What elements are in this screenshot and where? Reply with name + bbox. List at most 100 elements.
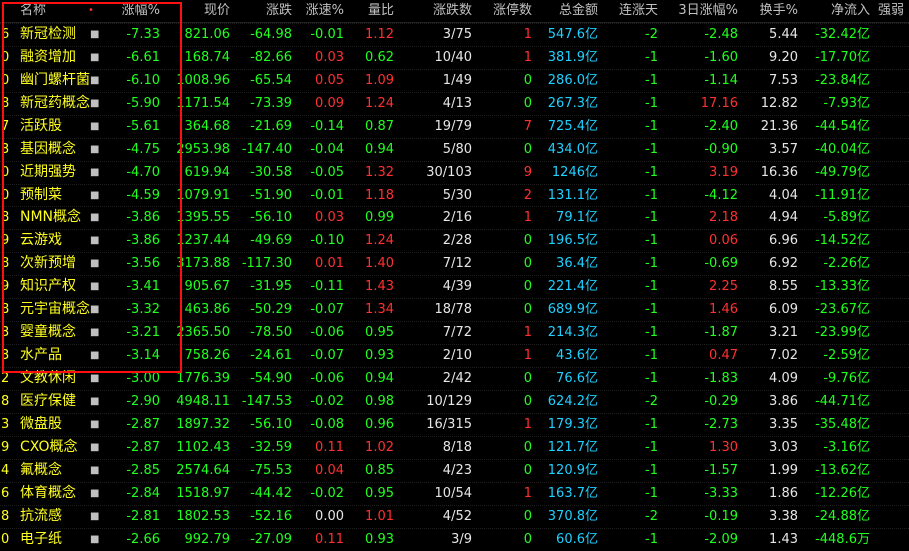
row-pct: -3.86	[126, 233, 160, 249]
row-3day-pct: -1.83	[704, 371, 738, 386]
table-row[interactable]: 4 氟概念 ■ -2.85 2574.64 -75.53 0.04 0.85 4/23 0 120.…	[0, 458, 909, 482]
row-3day-pct: 0.47	[709, 348, 738, 364]
table-row[interactable]: 8 元宇宙概念 ■ -3.32 463.86 -50.29 -0.07 1.34 18/78 0 6…	[0, 298, 909, 321]
row-pct: -2.81	[126, 508, 160, 524]
row-turnover: 1.86	[769, 485, 798, 501]
row-3day-pct: -4.12	[704, 187, 738, 203]
row-amount: 179.3亿	[547, 416, 598, 432]
table-row[interactable]: 6 新冠检测 ■ -7.33 821.06 -64.98 -0.01 1.12 3/75 1 547…	[0, 22, 909, 46]
row-marker-icon: ■	[90, 464, 100, 476]
row-name: 融资增加	[20, 48, 76, 65]
table-row[interactable]: 0 幽门螺杆菌 ■ -6.10 1008.96 -65.54 0.05 1.09 1/49 0 28…	[0, 68, 909, 92]
row-net-inflow: -11.91亿	[815, 187, 870, 203]
row-name: 知识产权	[20, 278, 76, 295]
row-pct: -3.21	[126, 325, 160, 341]
header-limit-up[interactable]: 涨停数	[474, 0, 532, 22]
row-up-down: 4/52	[442, 508, 472, 524]
table-row[interactable]: 9 CXO概念 ■ -2.87 1102.43 -32.59 0.11 1.02 8/18 0 12…	[0, 435, 909, 459]
row-name: CXO概念	[20, 438, 78, 455]
row-limit-up: 0	[523, 508, 532, 524]
header-pct[interactable]: 涨幅%	[100, 0, 160, 22]
row-marker-icon: ■	[90, 120, 100, 132]
row-amount: 434.0亿	[547, 141, 598, 157]
row-up-down: 5/80	[442, 141, 472, 157]
row-volume-ratio: 1.34	[365, 302, 394, 318]
row-code: 9	[1, 233, 10, 249]
header-change[interactable]: 涨跌	[232, 0, 292, 22]
header-price[interactable]: 现价	[168, 0, 230, 22]
row-amount: 163.7亿	[547, 485, 598, 501]
row-code: 0	[1, 72, 10, 88]
row-speed: 0.11	[315, 439, 344, 455]
row-marker-icon: ■	[90, 327, 100, 339]
row-amount: 267.3亿	[547, 95, 598, 111]
row-marker-icon: ■	[90, 28, 100, 40]
row-3day-pct: -0.69	[704, 256, 738, 272]
header-name[interactable]: 名称	[20, 0, 90, 22]
row-price: 2953.98	[176, 141, 230, 157]
row-pct: -2.85	[126, 462, 160, 478]
table-row[interactable]: 2 文教休闲 ■ -3.00 1776.39 -54.90 -0.06 0.94 2/42 0 76…	[0, 367, 909, 390]
table-row[interactable]: 3 微盘股 ■ -2.87 1897.32 -56.10 -0.08 0.96 16/315 1 1…	[0, 412, 909, 436]
row-amount: 196.5亿	[547, 233, 598, 249]
header-up-down[interactable]: 涨跌数	[410, 0, 472, 22]
row-code: 3	[1, 416, 10, 432]
table-row[interactable]: 0 预制菜 ■ -4.59 1079.91 -51.90 -0.01 1.18 5/30 2 131…	[0, 183, 909, 207]
row-net-inflow: -32.42亿	[815, 26, 870, 42]
header-net-inflow[interactable]: 净流入	[800, 0, 870, 22]
row-net-inflow: -12.26亿	[815, 485, 870, 501]
row-amount: 1246亿	[551, 164, 598, 180]
row-net-inflow: -23.84亿	[815, 72, 870, 88]
row-marker-icon: ■	[90, 189, 100, 201]
table-row[interactable]: 6 体育概念 ■ -2.84 1518.97 -44.42 -0.02 0.95 10/54 1 1…	[0, 481, 909, 505]
table-row[interactable]: 9 知识产权 ■ -3.41 905.67 -31.95 -0.11 1.43 4/39 0 221…	[0, 275, 909, 298]
row-up-down: 7/12	[442, 256, 472, 272]
table-row[interactable]: 0 融资增加 ■ -6.61 168.74 -82.66 0.03 0.62 10/40 1 381…	[0, 45, 909, 69]
header-strength[interactable]: 强弱	[878, 0, 909, 22]
row-3day-pct: -1.87	[704, 325, 738, 341]
row-rise-days: -1	[645, 72, 658, 88]
row-amount: 286.0亿	[547, 72, 598, 88]
table-row[interactable]: 9 云游戏 ■ -3.86 1237.44 -49.69 -0.10 1.24 2/28 0 196…	[0, 229, 909, 252]
row-3day-pct: -1.60	[704, 49, 738, 65]
header-turnover[interactable]: 换手%	[744, 0, 798, 22]
row-3day-pct: -1.14	[704, 72, 738, 88]
row-change: -73.39	[250, 95, 292, 111]
header-speed[interactable]: 涨速%	[290, 0, 344, 22]
table-row[interactable]: 8 新冠药概念 ■ -5.90 1171.54 -73.39 0.09 1.24 4/13 0 26…	[0, 91, 909, 115]
header-rise-days[interactable]: 连涨天	[600, 0, 658, 22]
row-pct: -4.59	[126, 187, 160, 203]
row-speed: -0.06	[310, 371, 344, 386]
table-row[interactable]: 8 医疗保健 ■ -2.90 4948.11 -147.53 -0.02 0.98 10/129…	[0, 389, 909, 413]
table-row[interactable]: 3 基因概念 ■ -4.75 2953.98 -147.40 -0.04 0.94 5/80 0 4…	[0, 137, 909, 161]
row-code: 0	[1, 164, 10, 180]
row-limit-up: 9	[523, 164, 532, 180]
header-3day-pct[interactable]: 3日涨幅%	[660, 0, 738, 22]
row-code: 9	[1, 439, 10, 455]
row-code: 2	[1, 371, 10, 386]
row-price: 3173.88	[176, 256, 230, 272]
row-volume-ratio: 0.98	[365, 393, 394, 409]
table-row[interactable]: 8 NMN概念 ■ -3.86 1395.55 -56.10 0.03 0.99 2/16 1 79…	[0, 206, 909, 229]
table-body: 6 新冠检测 ■ -7.33 821.06 -64.98 -0.01 1.12 3/75 1 547…	[0, 22, 909, 551]
table-row[interactable]: 3 婴童概念 ■ -3.21 2365.50 -78.50 -0.06 0.95 7/72 1 21…	[0, 321, 909, 344]
table-row[interactable]: 8 次新预增 ■ -3.56 3173.88 -117.30 0.01 1.40 7/12 0 36…	[0, 252, 909, 275]
table-row[interactable]: 0 近期强势 ■ -4.70 619.94 -30.58 -0.05 1.32 30/103 9 1…	[0, 160, 909, 184]
table-row[interactable]: 7 活跃股 ■ -5.61 364.68 -21.69 -0.14 0.87 19/79 7 725…	[0, 114, 909, 138]
row-pct: -2.90	[126, 393, 160, 409]
header-volume-ratio[interactable]: 量比	[346, 0, 394, 22]
row-net-inflow: -24.88亿	[815, 508, 870, 524]
row-speed: 0.03	[315, 210, 344, 226]
table-row[interactable]: 8 抗流感 ■ -2.81 1802.53 -52.16 0.00 1.01 4/52 0 370.…	[0, 504, 909, 528]
row-change: -49.69	[250, 233, 292, 249]
table-row[interactable]: 3 水产品 ■ -3.14 758.26 -24.61 -0.07 0.93 2/10 1 43.6…	[0, 344, 909, 367]
row-rise-days: -2	[645, 393, 658, 409]
row-code: 0	[1, 187, 10, 203]
table-row[interactable]: 0 电子纸 ■ -2.66 992.79 -27.09 0.11 0.93 3/9 0 60.6亿 -…	[0, 527, 909, 551]
header-amount[interactable]: 总金额	[536, 0, 598, 22]
row-name: 体育概念	[20, 484, 76, 501]
row-volume-ratio: 1.40	[365, 256, 394, 272]
row-volume-ratio: 1.18	[365, 187, 394, 203]
row-marker-icon: ■	[90, 418, 100, 430]
row-price: 1102.43	[176, 439, 230, 455]
